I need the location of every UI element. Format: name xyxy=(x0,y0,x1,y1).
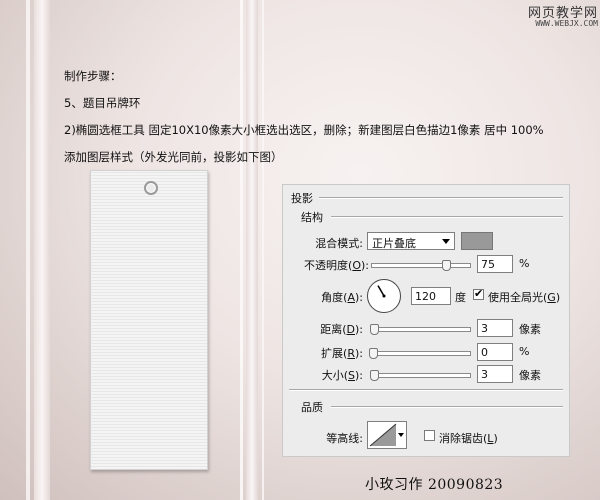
spread-label: 扩展(R): xyxy=(321,347,363,360)
angle-label: 角度(A): xyxy=(321,291,363,304)
opacity-slider[interactable] xyxy=(371,260,471,271)
drop-shadow-panel: 投影 结构 混合模式: 正片叠底 不透明度(O): 75 % 角度(A): 12… xyxy=(282,184,570,457)
blend-mode-label: 混合模式: xyxy=(315,237,363,250)
divider xyxy=(289,389,563,391)
opacity-label: 不透明度(O): xyxy=(304,259,369,272)
slider-thumb[interactable] xyxy=(370,370,379,381)
decorative-band xyxy=(34,0,50,500)
global-light-label: 使用全局光(G) xyxy=(488,291,561,304)
structure-section-title: 结构 xyxy=(301,211,323,224)
distance-slider[interactable] xyxy=(370,324,471,335)
step-title: 5、题目吊牌环 xyxy=(64,96,141,110)
quality-section-title: 品质 xyxy=(301,401,323,414)
spread-slider[interactable] xyxy=(369,348,471,359)
distance-label: 距离(D): xyxy=(320,323,363,336)
blend-mode-value: 正片叠底 xyxy=(372,237,416,250)
spread-unit: % xyxy=(519,345,530,358)
angle-unit: 度 xyxy=(455,291,466,304)
shadow-color-swatch[interactable] xyxy=(461,232,493,250)
contour-picker[interactable] xyxy=(367,421,407,449)
size-label: 大小(S): xyxy=(321,369,363,382)
panel-title: 投影 xyxy=(291,192,313,205)
anti-alias-label: 消除锯齿(L) xyxy=(439,432,498,445)
decorative-band xyxy=(26,0,30,500)
anti-alias-checkbox[interactable]: ✔ xyxy=(424,430,435,441)
slider-thumb[interactable] xyxy=(369,348,378,359)
author-signature: 小玫习作 20090823 xyxy=(365,477,504,493)
spread-input[interactable]: 0 xyxy=(477,343,513,361)
opacity-unit: % xyxy=(519,257,530,270)
distance-unit: 像素 xyxy=(519,323,541,336)
blend-mode-select[interactable]: 正片叠底 xyxy=(367,232,455,250)
step-detail: 2)椭圆选框工具 固定10X10像素大小框选出选区，删除；新建图层白色描边1像素… xyxy=(64,123,544,137)
slider-thumb[interactable] xyxy=(370,324,379,335)
angle-dial-needle xyxy=(377,285,386,298)
checkmark-icon: ✔ xyxy=(474,287,484,300)
chevron-down-icon xyxy=(442,239,450,244)
hang-tag-image xyxy=(90,170,208,470)
contour-label: 等高线: xyxy=(326,432,363,445)
divider xyxy=(319,197,563,199)
size-slider[interactable] xyxy=(370,370,471,381)
distance-input[interactable]: 3 xyxy=(477,319,513,337)
tutorial-instructions: 制作步骤： 5、题目吊牌环 2)椭圆选框工具 固定10X10像素大小框选出选区，… xyxy=(64,68,544,176)
contour-curve-icon xyxy=(369,423,397,447)
watermark-url: WWW.WEBJX.COM xyxy=(535,19,598,28)
opacity-input[interactable]: 75 xyxy=(477,255,513,273)
angle-input[interactable]: 120 xyxy=(411,287,451,305)
global-light-checkbox[interactable]: ✔ xyxy=(473,287,484,300)
steps-heading: 制作步骤： xyxy=(64,69,122,83)
slider-thumb[interactable] xyxy=(441,260,451,271)
size-unit: 像素 xyxy=(519,369,541,382)
angle-dial[interactable] xyxy=(367,279,401,313)
divider xyxy=(331,406,563,408)
site-watermark: 网页教学网 WWW.WEBJX.COM xyxy=(528,2,598,28)
size-input[interactable]: 3 xyxy=(477,365,513,383)
divider xyxy=(331,216,563,218)
chevron-down-icon xyxy=(398,433,404,437)
tag-ring-hole xyxy=(144,181,158,195)
